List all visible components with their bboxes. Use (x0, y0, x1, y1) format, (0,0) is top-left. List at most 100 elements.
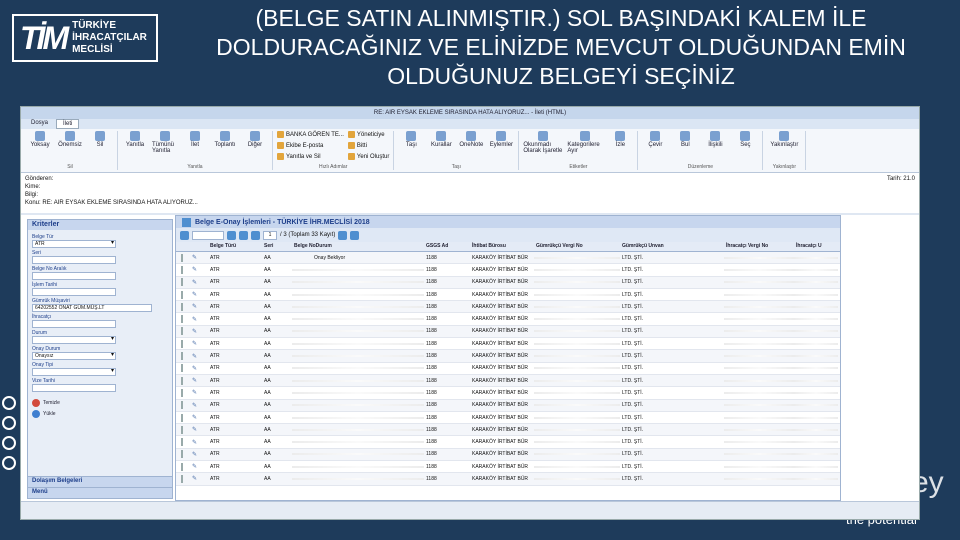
table-row[interactable]: ✎ ATR AA 1188 KARAKÖY İRTİBAT BÜR LTD. ŞTİ. (176, 350, 840, 363)
pencil-icon[interactable]: ✎ (192, 476, 197, 482)
table-row[interactable]: ✎ ATR AA 1188 KARAKÖY İRTİBAT BÜR LTD. ŞTİ. (176, 264, 840, 277)
nav-menu[interactable]: Menü (28, 487, 172, 498)
row-checkbox[interactable] (181, 474, 183, 483)
criteria-field[interactable] (32, 320, 116, 328)
row-checkbox[interactable] (181, 315, 183, 324)
criteria-field[interactable]: ATR (32, 240, 116, 248)
zoom-button[interactable]: Yakınlaştır (767, 131, 801, 148)
reply-button[interactable]: Yanıtla (122, 131, 148, 154)
column-header[interactable]: Gümrükçü Vergi No (534, 242, 620, 251)
tab-file[interactable]: Dosya (25, 119, 54, 129)
table-row[interactable]: ✎ ATR AA 1188 KARAKÖY İRTİBAT BÜR LTD. ŞTİ. (176, 325, 840, 339)
move-button[interactable]: Taşı (398, 131, 424, 148)
table-row[interactable]: ✎ ATR AA 1188 KARAKÖY İRTİBAT BÜR LTD. ŞTİ. (176, 399, 840, 412)
mark-unread-button[interactable]: Okunmadı Olarak İşaretle (523, 131, 563, 154)
prev-page-icon[interactable] (180, 230, 189, 240)
first-page-icon[interactable] (227, 230, 236, 240)
row-checkbox[interactable] (181, 364, 183, 373)
pencil-icon[interactable]: ✎ (192, 415, 197, 421)
pencil-icon[interactable]: ✎ (192, 452, 197, 458)
column-header[interactable]: İhracatçı U (794, 242, 838, 251)
prev-icon[interactable] (239, 230, 248, 240)
row-checkbox[interactable] (181, 253, 183, 262)
pencil-icon[interactable]: ✎ (192, 255, 197, 261)
refresh-icon[interactable] (251, 230, 260, 240)
quick-step-item[interactable]: Yeni Oluştur (347, 153, 389, 160)
pencil-icon[interactable]: ✎ (192, 378, 197, 384)
forward-button[interactable]: İlet (182, 131, 208, 154)
related-button[interactable]: İlişkili (702, 131, 728, 148)
row-checkbox[interactable] (181, 352, 183, 361)
find-button[interactable]: Bul (672, 131, 698, 148)
translate-button[interactable]: Çevir (642, 131, 668, 148)
table-row[interactable]: ✎ ATR AA 1188 KARAKÖY İRTİBAT BÜR LTD. ŞTİ. (176, 461, 840, 474)
column-header[interactable] (190, 242, 208, 251)
column-header[interactable]: GSGS Ad (424, 242, 470, 251)
column-header[interactable]: Gümrükçü Unvan (620, 242, 724, 251)
categorize-button[interactable]: Kategorilere Ayır (567, 131, 603, 154)
pencil-icon[interactable]: ✎ (192, 464, 197, 470)
pencil-icon[interactable]: ✎ (192, 390, 197, 396)
delete-button[interactable]: Sil (87, 131, 113, 148)
meeting-button[interactable]: Toplantı (212, 131, 238, 154)
more-button[interactable]: Diğer (242, 131, 268, 154)
row-checkbox[interactable] (181, 265, 183, 274)
page-number-input[interactable]: 1 (263, 230, 277, 240)
pencil-icon[interactable]: ✎ (192, 329, 197, 335)
row-checkbox[interactable] (181, 376, 183, 385)
criteria-field[interactable] (32, 384, 116, 392)
rules-button[interactable]: Kurallar (428, 131, 454, 148)
pencil-icon[interactable]: ✎ (192, 280, 197, 286)
pencil-icon[interactable]: ✎ (192, 366, 197, 372)
table-row[interactable]: ✎ ATR AA 1188 KARAKÖY İRTİBAT BÜR LTD. ŞTİ. (176, 313, 840, 326)
next-icon[interactable] (338, 230, 348, 240)
row-checkbox[interactable] (181, 278, 183, 287)
row-checkbox[interactable] (181, 401, 183, 410)
table-row[interactable]: ✎ ATR AA Onay Bekliyor 1188 KARAKÖY İRTİBAT B… (176, 252, 840, 265)
criteria-field[interactable]: Onaysız (32, 352, 116, 360)
pencil-icon[interactable]: ✎ (192, 427, 197, 433)
quick-step-item[interactable]: Ekibe E-posta (277, 142, 344, 149)
row-checkbox[interactable] (181, 302, 183, 311)
follow-up-button[interactable]: İzle (607, 131, 633, 154)
column-header[interactable]: İhracatçı Vergi No (724, 242, 794, 251)
row-checkbox[interactable] (181, 425, 183, 434)
criteria-field[interactable] (32, 288, 116, 296)
pencil-icon[interactable]: ✎ (192, 341, 197, 347)
row-checkbox[interactable] (181, 290, 183, 299)
tab-message[interactable]: İleti (56, 119, 80, 129)
criteria-field[interactable] (32, 272, 116, 280)
table-row[interactable]: ✎ ATR AA 1188 KARAKÖY İRTİBAT BÜR LTD. ŞTİ. (176, 436, 840, 449)
table-row[interactable]: ✎ ATR AA 1188 KARAKÖY İRTİBAT BÜR LTD. ŞTİ. (176, 338, 840, 351)
pencil-icon[interactable]: ✎ (192, 440, 197, 446)
table-row[interactable]: ✎ ATR AA 1188 KARAKÖY İRTİBAT BÜR LTD. ŞTİ. (176, 473, 840, 486)
pencil-icon[interactable]: ✎ (192, 304, 197, 310)
reply-all-button[interactable]: Tümünü Yanıtla (152, 131, 178, 154)
junk-button[interactable]: Önemsiz (57, 131, 83, 148)
quick-step-item[interactable]: Yöneticiye (347, 131, 389, 138)
table-row[interactable]: ✎ ATR AA 1188 KARAKÖY İRTİBAT BÜR LTD. ŞTİ. (176, 276, 840, 289)
row-checkbox[interactable] (181, 450, 183, 459)
criteria-field[interactable] (32, 368, 116, 376)
table-row[interactable]: ✎ ATR AA 1188 KARAKÖY İRTİBAT BÜR LTD. ŞTİ. (176, 424, 840, 437)
pencil-icon[interactable]: ✎ (192, 317, 197, 323)
pencil-icon[interactable]: ✎ (192, 292, 197, 298)
last-page-icon[interactable] (350, 230, 360, 240)
table-row[interactable]: ✎ ATR AA 1188 KARAKÖY İRTİBAT BÜR LTD. ŞTİ. (176, 412, 840, 425)
pencil-icon[interactable]: ✎ (192, 403, 197, 409)
table-row[interactable]: ✎ ATR AA 1188 KARAKÖY İRTİBAT BÜR LTD. ŞTİ. (176, 289, 840, 302)
criteria-field[interactable]: 64202552 ONAT GÜM.MÜŞ.LT (32, 304, 152, 312)
table-row[interactable]: ✎ ATR AA 1188 KARAKÖY İRTİBAT BÜR LTD. ŞTİ. (176, 363, 840, 375)
column-header[interactable]: Seri (262, 242, 292, 251)
onenote-button[interactable]: OneNote (458, 131, 484, 148)
nav-circulation-documents[interactable]: Dolaşım Belgeleri (28, 476, 172, 487)
quick-step-item[interactable]: BANKA GÖREN TE... (277, 131, 344, 138)
search-box[interactable] (192, 230, 224, 240)
ignore-button[interactable]: Yoksay (27, 131, 53, 148)
pencil-icon[interactable]: ✎ (192, 354, 197, 360)
criteria-field[interactable] (32, 256, 116, 264)
row-checkbox[interactable] (181, 388, 183, 397)
load-button[interactable]: Yükle (32, 410, 168, 418)
row-checkbox[interactable] (181, 339, 183, 348)
column-header[interactable]: İhtibat Bürosu (470, 242, 534, 251)
